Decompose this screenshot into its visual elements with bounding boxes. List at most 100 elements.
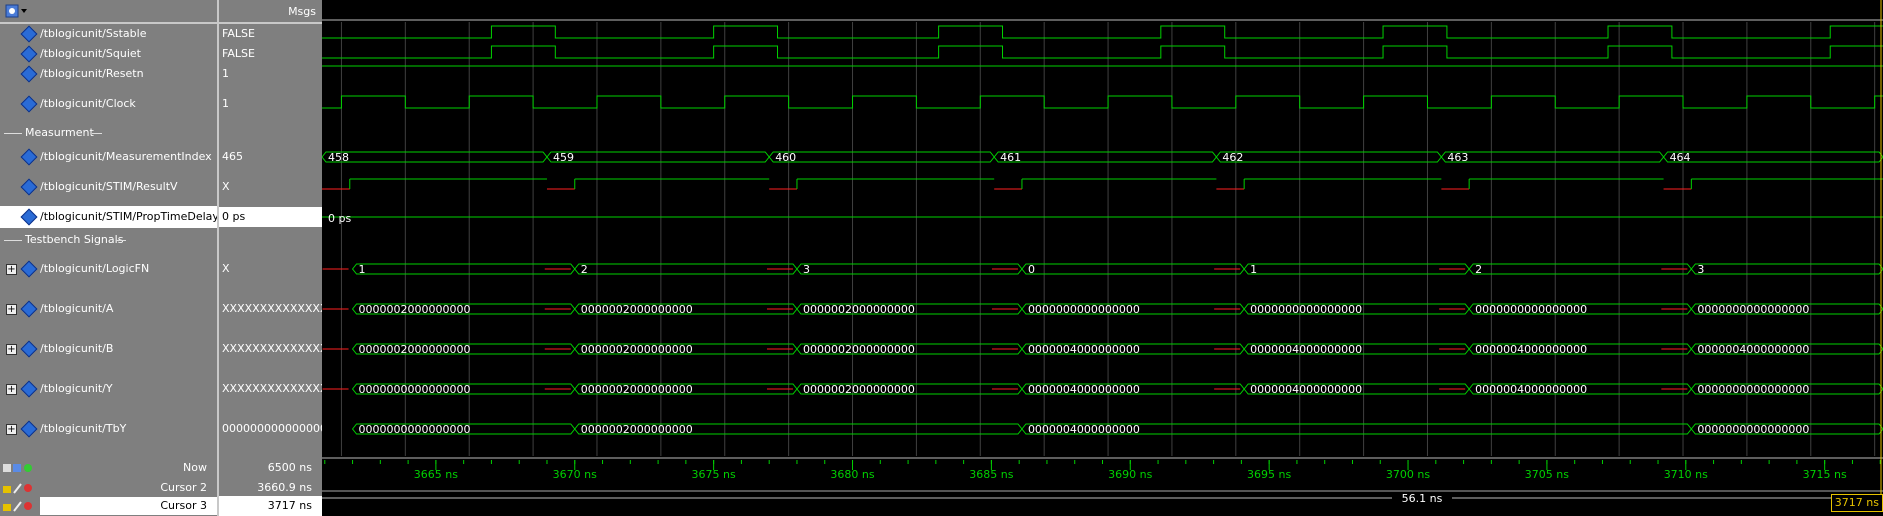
now-icons[interactable]	[3, 462, 33, 474]
signal-name: /tblogicunit/TbY	[40, 422, 127, 435]
measurement-index-value: 458	[328, 151, 349, 164]
signal-row[interactable]: /tblogicunit/STIM/PropTimeDelay	[0, 207, 219, 227]
signal-name: /tblogicunit/MeasurementIndex	[40, 150, 212, 163]
tick-label: 3665 ns	[414, 468, 458, 481]
signal-name: /tblogicunit/LogicFN	[40, 262, 150, 275]
group-label-measurment: Measurment	[25, 126, 94, 139]
signal-name: /tblogicunit/Y	[40, 382, 113, 395]
logicfn-segment	[1243, 263, 1470, 275]
signal-diamond-icon	[20, 95, 38, 113]
names-header	[0, 0, 217, 24]
measurement-index-segment	[1215, 151, 1443, 163]
signal-row[interactable]: /tblogicunit/Clock	[0, 94, 217, 114]
signal-value: FALSE	[222, 47, 255, 60]
measurement-index-segment	[768, 151, 995, 163]
signal-value: X	[222, 180, 230, 193]
y-value: 0000002000000000	[803, 383, 915, 396]
timeline-bg	[322, 456, 1883, 516]
tick-label: 3695 ns	[1247, 468, 1291, 481]
signal-diamond-icon	[20, 380, 38, 398]
y-value: 0000000000000000	[359, 383, 471, 396]
logicfn-value: 3	[1697, 263, 1704, 276]
group-measurment[interactable]: Measurment	[0, 126, 217, 140]
logicfn-value: 2	[1475, 263, 1482, 276]
signal-diamond-icon	[20, 148, 38, 166]
tick-label: 3700 ns	[1386, 468, 1430, 481]
cursor2-label: Cursor 2	[160, 481, 207, 494]
tick-label: 3690 ns	[1108, 468, 1152, 481]
b-value: 0000002000000000	[803, 343, 915, 356]
signal-row[interactable]: + /tblogicunit/A	[0, 299, 217, 319]
b-value: 0000004000000000	[1250, 343, 1362, 356]
signal-row[interactable]: /tblogicunit/Sstable	[0, 24, 217, 44]
cursor2-row[interactable]: Cursor 2	[0, 478, 217, 498]
clock-wave	[322, 95, 1883, 109]
measurement-index-segment	[322, 151, 548, 163]
signal-row[interactable]: + /tblogicunit/Y	[0, 379, 217, 399]
signal-value: 1	[222, 67, 229, 80]
a-value: 0000000000000000	[1475, 303, 1587, 316]
signal-value: 0 ps	[219, 207, 322, 227]
signal-name: /tblogicunit/B	[40, 342, 114, 355]
a-value: 0000002000000000	[359, 303, 471, 316]
signal-row[interactable]: + /tblogicunit/TbY	[0, 419, 217, 439]
b-value: 0000004000000000	[1475, 343, 1587, 356]
signal-row[interactable]: /tblogicunit/MeasurementIndex	[0, 147, 217, 167]
signal-row[interactable]: /tblogicunit/Resetn	[0, 64, 217, 84]
signal-value: XXXXXXXXXXXXXXXX	[222, 382, 322, 395]
values-header: Msgs	[219, 0, 322, 24]
tby-value: 0000002000000000	[581, 423, 693, 436]
sstable-wave	[322, 25, 1883, 39]
cursor3-icons[interactable]	[3, 500, 33, 512]
tby-value: 0000000000000000	[1697, 423, 1809, 436]
expand-icon[interactable]: +	[6, 384, 17, 395]
measurement-index-value: 462	[1222, 151, 1243, 164]
logicfn-segment	[796, 263, 1023, 275]
a-value: 0000000000000000	[1250, 303, 1362, 316]
signal-value: 465	[222, 150, 243, 163]
signal-row[interactable]: + /tblogicunit/B	[0, 339, 217, 359]
wave-pane[interactable]: 458 459 460 461 462 463 464 0 ps 1 2 3 0 1 2 3 00000020…	[322, 0, 1883, 516]
signal-name: /tblogicunit/Clock	[40, 97, 136, 110]
waveform-canvas[interactable]: 458 459 460 461 462 463 464 0 ps 1 2 3 0 1 2 3 00000020…	[322, 0, 1883, 516]
signal-name: /tblogicunit/STIM/ResultV	[40, 180, 178, 193]
expand-icon[interactable]: +	[6, 424, 17, 435]
signal-diamond-icon	[20, 300, 38, 318]
signal-value: 0000000000000000	[222, 422, 322, 435]
cursor3-label: Cursor 3	[160, 499, 207, 512]
cursor2-icons[interactable]	[3, 482, 33, 494]
signal-diamond-icon	[20, 340, 38, 358]
b-value: 0000002000000000	[359, 343, 471, 356]
expand-icon[interactable]: +	[6, 304, 17, 315]
signal-names-pane: /tblogicunit/Sstable/tblogicunit/Squiet /…	[0, 0, 219, 516]
group-testbench-signals[interactable]: Testbench Signals	[0, 233, 217, 247]
measurement-index-value: 464	[1670, 151, 1691, 164]
measurement-index-value: 463	[1447, 151, 1468, 164]
b-value: 0000004000000000	[1028, 343, 1140, 356]
tick-label: 3675 ns	[692, 468, 736, 481]
signal-value: X	[222, 262, 230, 275]
cursor2-value: 3660.9 ns	[257, 481, 312, 494]
now-label: Now	[183, 461, 207, 474]
wave-header-bg	[322, 0, 1883, 22]
signal-name: /tblogicunit/Resetn	[40, 67, 144, 80]
a-value: 0000000000000000	[1028, 303, 1140, 316]
tick-label: 3715 ns	[1803, 468, 1847, 481]
logicfn-value: 2	[581, 263, 588, 276]
signal-name: /tblogicunit/A	[40, 302, 114, 315]
b-value: 0000002000000000	[581, 343, 693, 356]
signal-value: XXXXXXXXXXXXXXXX	[222, 342, 322, 355]
wave-toolbar-icon[interactable]	[4, 3, 28, 19]
cursor3-row[interactable]: Cursor 3	[0, 496, 217, 516]
tick-label: 3680 ns	[830, 468, 874, 481]
signal-row[interactable]: /tblogicunit/STIM/ResultV	[0, 177, 217, 197]
expand-icon[interactable]: +	[6, 344, 17, 355]
signal-value: 1	[222, 97, 229, 110]
signal-row[interactable]: /tblogicunit/Squiet	[0, 44, 217, 64]
signal-row[interactable]: + /tblogicunit/LogicFN	[0, 259, 217, 279]
y-value: 0000000000000000	[1697, 383, 1809, 396]
logicfn-segment	[1468, 263, 1692, 275]
expand-icon[interactable]: +	[6, 264, 17, 275]
cursor3-marker[interactable]: 3717 ns	[1830, 494, 1883, 512]
signal-name: /tblogicunit/STIM/PropTimeDelay	[40, 210, 219, 223]
